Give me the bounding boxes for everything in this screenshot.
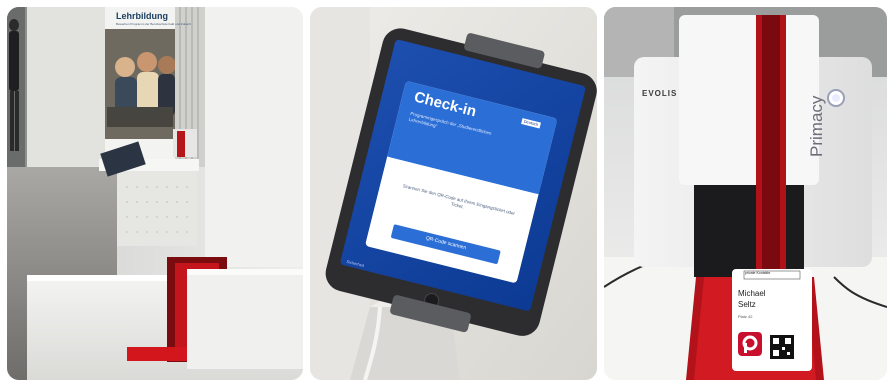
badge-first-name: Michael bbox=[738, 289, 766, 298]
photo-ipad-checkin[interactable]: Check-in Programmgespräch der „Studieren… bbox=[310, 7, 597, 380]
scan-instruction: Scannen Sie den QR-Code auf Ihrem Eingan… bbox=[402, 183, 516, 217]
printer-model: Primacy bbox=[807, 95, 826, 157]
printer-brand: EVOLIS bbox=[642, 89, 678, 98]
photo-badge-printer[interactable]: EVOLIS Primacy private Kontakte Michael … bbox=[604, 7, 887, 380]
photo-gallery: Lehrbildung Bewerben Programm der Berufs… bbox=[0, 0, 895, 387]
printer-scene bbox=[604, 7, 887, 380]
poster-title: Lehrbildung bbox=[116, 11, 168, 21]
badge-logo-text: private Kontakte bbox=[745, 271, 771, 275]
badge-subtitle: Platz 42 bbox=[738, 314, 753, 319]
footer-label: Sicherheit bbox=[346, 258, 365, 269]
badge-last-name: Seltz bbox=[738, 300, 756, 309]
language-selector[interactable]: Deutsch bbox=[521, 118, 541, 129]
hallway-scene bbox=[7, 7, 303, 380]
scan-qr-button[interactable]: QR-Code scannen bbox=[392, 228, 500, 259]
poster-subtitle: Bewerben Programm der Berufsschule bald … bbox=[116, 22, 191, 26]
photo-hallway-checkin-stations[interactable]: Lehrbildung Bewerben Programm der Berufs… bbox=[7, 7, 303, 380]
